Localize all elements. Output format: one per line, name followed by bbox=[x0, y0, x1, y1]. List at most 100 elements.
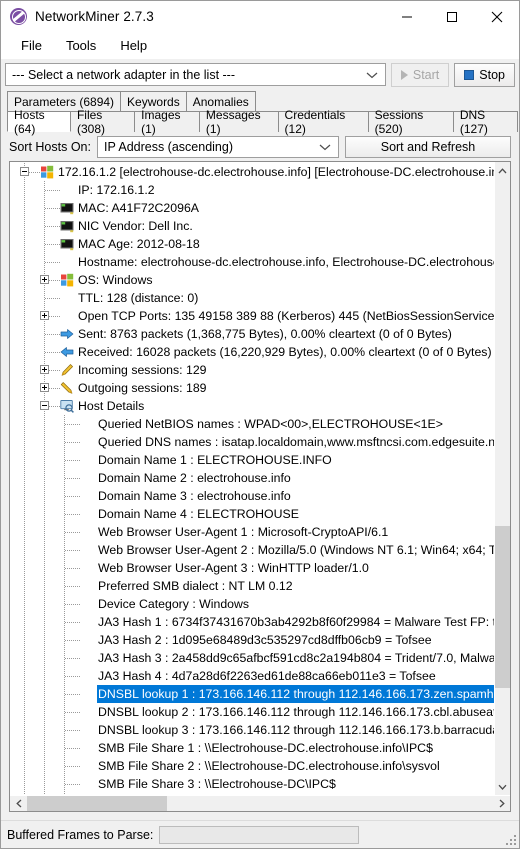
tab-dns[interactable]: DNS (127) bbox=[452, 108, 519, 136]
tree-expand-icon[interactable] bbox=[40, 275, 49, 284]
tree-guide-line bbox=[65, 730, 81, 731]
tree-node-label: Domain Name 1 : ELECTROHOUSE.INFO bbox=[98, 453, 332, 467]
buffered-frames-progress bbox=[159, 825, 360, 844]
vertical-scrollbar-track[interactable] bbox=[495, 179, 510, 778]
tab-files[interactable]: Files (308) bbox=[69, 108, 136, 136]
tree-guide-line bbox=[65, 442, 81, 443]
tab-credentials[interactable]: Credentials (12) bbox=[277, 108, 369, 136]
tree-expand-icon[interactable] bbox=[40, 365, 49, 374]
tree-node[interactable]: SMB File Share 2 : \\Electrohouse-DC.ele… bbox=[10, 757, 494, 775]
chevron-up-icon[interactable] bbox=[495, 162, 510, 179]
hosts-tree-viewport[interactable]: 172.16.1.2 [electrohouse-dc.electrohouse… bbox=[10, 162, 494, 795]
tab-strip: Parameters (6894) Keywords Anomalies Hos… bbox=[1, 90, 519, 136]
start-button[interactable]: Start bbox=[390, 62, 450, 87]
chevron-right-icon[interactable] bbox=[493, 796, 510, 811]
menu-item-tools[interactable]: Tools bbox=[54, 34, 108, 57]
tree-node[interactable]: SMB File Share 3 : \\Electrohouse-DC\IPC… bbox=[10, 775, 494, 793]
tree-node[interactable]: Domain Name 1 : ELECTROHOUSE.INFO bbox=[10, 451, 494, 469]
tree-guide-line bbox=[44, 487, 45, 505]
horizontal-scrollbar-thumb[interactable] bbox=[27, 796, 167, 811]
minimize-icon[interactable] bbox=[384, 1, 429, 32]
tree-node[interactable]: Domain Name 3 : electrohouse.info bbox=[10, 487, 494, 505]
horizontal-scrollbar[interactable] bbox=[10, 795, 510, 811]
tree-node[interactable]: Queried NetBIOS names : WPAD<00>,ELECTRO… bbox=[10, 415, 494, 433]
menu-item-help[interactable]: Help bbox=[108, 34, 159, 57]
tree-guide-line bbox=[24, 235, 25, 253]
tree-node[interactable]: DNSBL lookup 3 : 173.166.146.112 through… bbox=[10, 721, 494, 739]
tree-expand-icon[interactable] bbox=[40, 383, 49, 392]
tree-node[interactable]: Queried DNS names : isatap.localdomain,w… bbox=[10, 433, 494, 451]
tree-guide-line bbox=[24, 325, 25, 343]
tree-collapse-icon[interactable] bbox=[20, 167, 29, 176]
nic-icon bbox=[60, 201, 74, 215]
tree-node[interactable]: Domain Name 2 : electrohouse.info bbox=[10, 469, 494, 487]
maximize-icon[interactable] bbox=[429, 1, 474, 32]
tree-guide-line bbox=[44, 739, 45, 757]
vertical-scrollbar[interactable] bbox=[494, 162, 510, 795]
tree-node[interactable]: Web Browser User-Agent 2 : Mozilla/5.0 (… bbox=[10, 541, 494, 559]
outgoing-sessions-icon bbox=[60, 381, 74, 395]
vertical-scrollbar-thumb[interactable] bbox=[495, 526, 510, 689]
tree-node[interactable]: JA3 Hash 1 : 6734f37431670b3ab4292b8f60f… bbox=[10, 613, 494, 631]
tree-node[interactable]: JA3 Hash 2 : 1d095e68489d3c535297cd8dffb… bbox=[10, 631, 494, 649]
tree-node-label: Domain Name 4 : ELECTROHOUSE bbox=[98, 507, 299, 521]
tree-node[interactable]: SMB File Share 4 : \\Electrohouse-DC\Sha… bbox=[10, 793, 494, 795]
menu-item-file[interactable]: File bbox=[9, 34, 54, 57]
tree-node[interactable]: Outgoing sessions: 189 bbox=[10, 379, 494, 397]
networkminer-logo-icon bbox=[10, 8, 27, 25]
chevron-left-icon[interactable] bbox=[10, 796, 27, 811]
tree-guide-line bbox=[45, 298, 61, 299]
tree-node[interactable]: Preferred SMB dialect : NT LM 0.12 bbox=[10, 577, 494, 595]
tree-node[interactable]: JA3 Hash 4 : 4d7a28d6f2263ed61de88ca66eb… bbox=[10, 667, 494, 685]
tree-node[interactable]: SMB File Share 1 : \\Electrohouse-DC.ele… bbox=[10, 739, 494, 757]
sort-hosts-label: Sort Hosts On: bbox=[9, 139, 91, 154]
tree-node[interactable]: Received: 16028 packets (16,220,929 Byte… bbox=[10, 343, 494, 361]
tree-node-label: TTL: 128 (distance: 0) bbox=[78, 291, 199, 305]
tree-guide-line bbox=[44, 649, 45, 667]
tree-node[interactable]: DNSBL lookup 1 : 173.166.146.112 through… bbox=[10, 685, 494, 703]
sort-and-refresh-button[interactable]: Sort and Refresh bbox=[344, 135, 511, 158]
tree-node[interactable]: Sent: 8763 packets (1,368,775 Bytes), 0.… bbox=[10, 325, 494, 343]
tree-node[interactable]: Incoming sessions: 129 bbox=[10, 361, 494, 379]
tree-node[interactable]: MAC: A41F72C2096A bbox=[10, 199, 494, 217]
close-icon[interactable] bbox=[474, 1, 519, 32]
tree-node[interactable]: Domain Name 4 : ELECTROHOUSE bbox=[10, 505, 494, 523]
tree-node[interactable]: Open TCP Ports: 135 49158 389 88 (Kerber… bbox=[10, 307, 494, 325]
stop-button[interactable]: Stop bbox=[454, 62, 515, 87]
tree-node[interactable]: JA3 Hash 3 : 2a458dd9c65afbcf591cd8c2a19… bbox=[10, 649, 494, 667]
tree-node[interactable]: MAC Age: 2012-08-18 bbox=[10, 235, 494, 253]
tree-collapse-icon[interactable] bbox=[40, 401, 49, 410]
horizontal-scrollbar-track[interactable] bbox=[27, 796, 493, 811]
resize-grip-icon[interactable] bbox=[504, 833, 516, 845]
tree-guide-line bbox=[24, 199, 25, 217]
tree-guide-line bbox=[65, 460, 81, 461]
tree-node-label: Web Browser User-Agent 2 : Mozilla/5.0 (… bbox=[98, 543, 494, 557]
tree-guide-line bbox=[24, 343, 25, 361]
tree-expand-icon[interactable] bbox=[40, 311, 49, 320]
tree-node-label: JA3 Hash 3 : 2a458dd9c65afbcf591cd8c2a19… bbox=[98, 651, 494, 665]
tree-node[interactable]: Web Browser User-Agent 1 : Microsoft-Cry… bbox=[10, 523, 494, 541]
tree-node[interactable]: Hostname: electrohouse-dc.electrohouse.i… bbox=[10, 253, 494, 271]
tree-node[interactable]: OS: Windows bbox=[10, 271, 494, 289]
tree-guide-line bbox=[24, 739, 25, 757]
tab-hosts[interactable]: Hosts (64) bbox=[7, 108, 71, 136]
tree-node[interactable]: DNSBL lookup 2 : 173.166.146.112 through… bbox=[10, 703, 494, 721]
tree-node[interactable]: NIC Vendor: Dell Inc. bbox=[10, 217, 494, 235]
tree-guide-line bbox=[24, 289, 25, 307]
tree-node[interactable]: Host Details bbox=[10, 397, 494, 415]
tree-guide-line bbox=[65, 694, 81, 695]
tree-node-label: Web Browser User-Agent 3 : WinHTTP loade… bbox=[98, 561, 369, 575]
tree-node[interactable]: 172.16.1.2 [electrohouse-dc.electrohouse… bbox=[10, 163, 494, 181]
tree-guide-line bbox=[24, 541, 25, 559]
tree-node[interactable]: Device Category : Windows bbox=[10, 595, 494, 613]
tree-node[interactable]: Web Browser User-Agent 3 : WinHTTP loade… bbox=[10, 559, 494, 577]
tab-images[interactable]: Images (1) bbox=[134, 108, 200, 136]
tree-node[interactable]: TTL: 128 (distance: 0) bbox=[10, 289, 494, 307]
network-adapter-select[interactable]: --- Select a network adapter in the list… bbox=[5, 63, 386, 86]
tree-node[interactable]: IP: 172.16.1.2 bbox=[10, 181, 494, 199]
tree-node-label: Preferred SMB dialect : NT LM 0.12 bbox=[98, 579, 293, 593]
sort-hosts-select[interactable]: IP Address (ascending) bbox=[96, 135, 339, 158]
tab-sessions[interactable]: Sessions (520) bbox=[367, 108, 454, 136]
tab-messages[interactable]: Messages (1) bbox=[198, 108, 279, 136]
chevron-down-icon[interactable] bbox=[495, 778, 510, 795]
